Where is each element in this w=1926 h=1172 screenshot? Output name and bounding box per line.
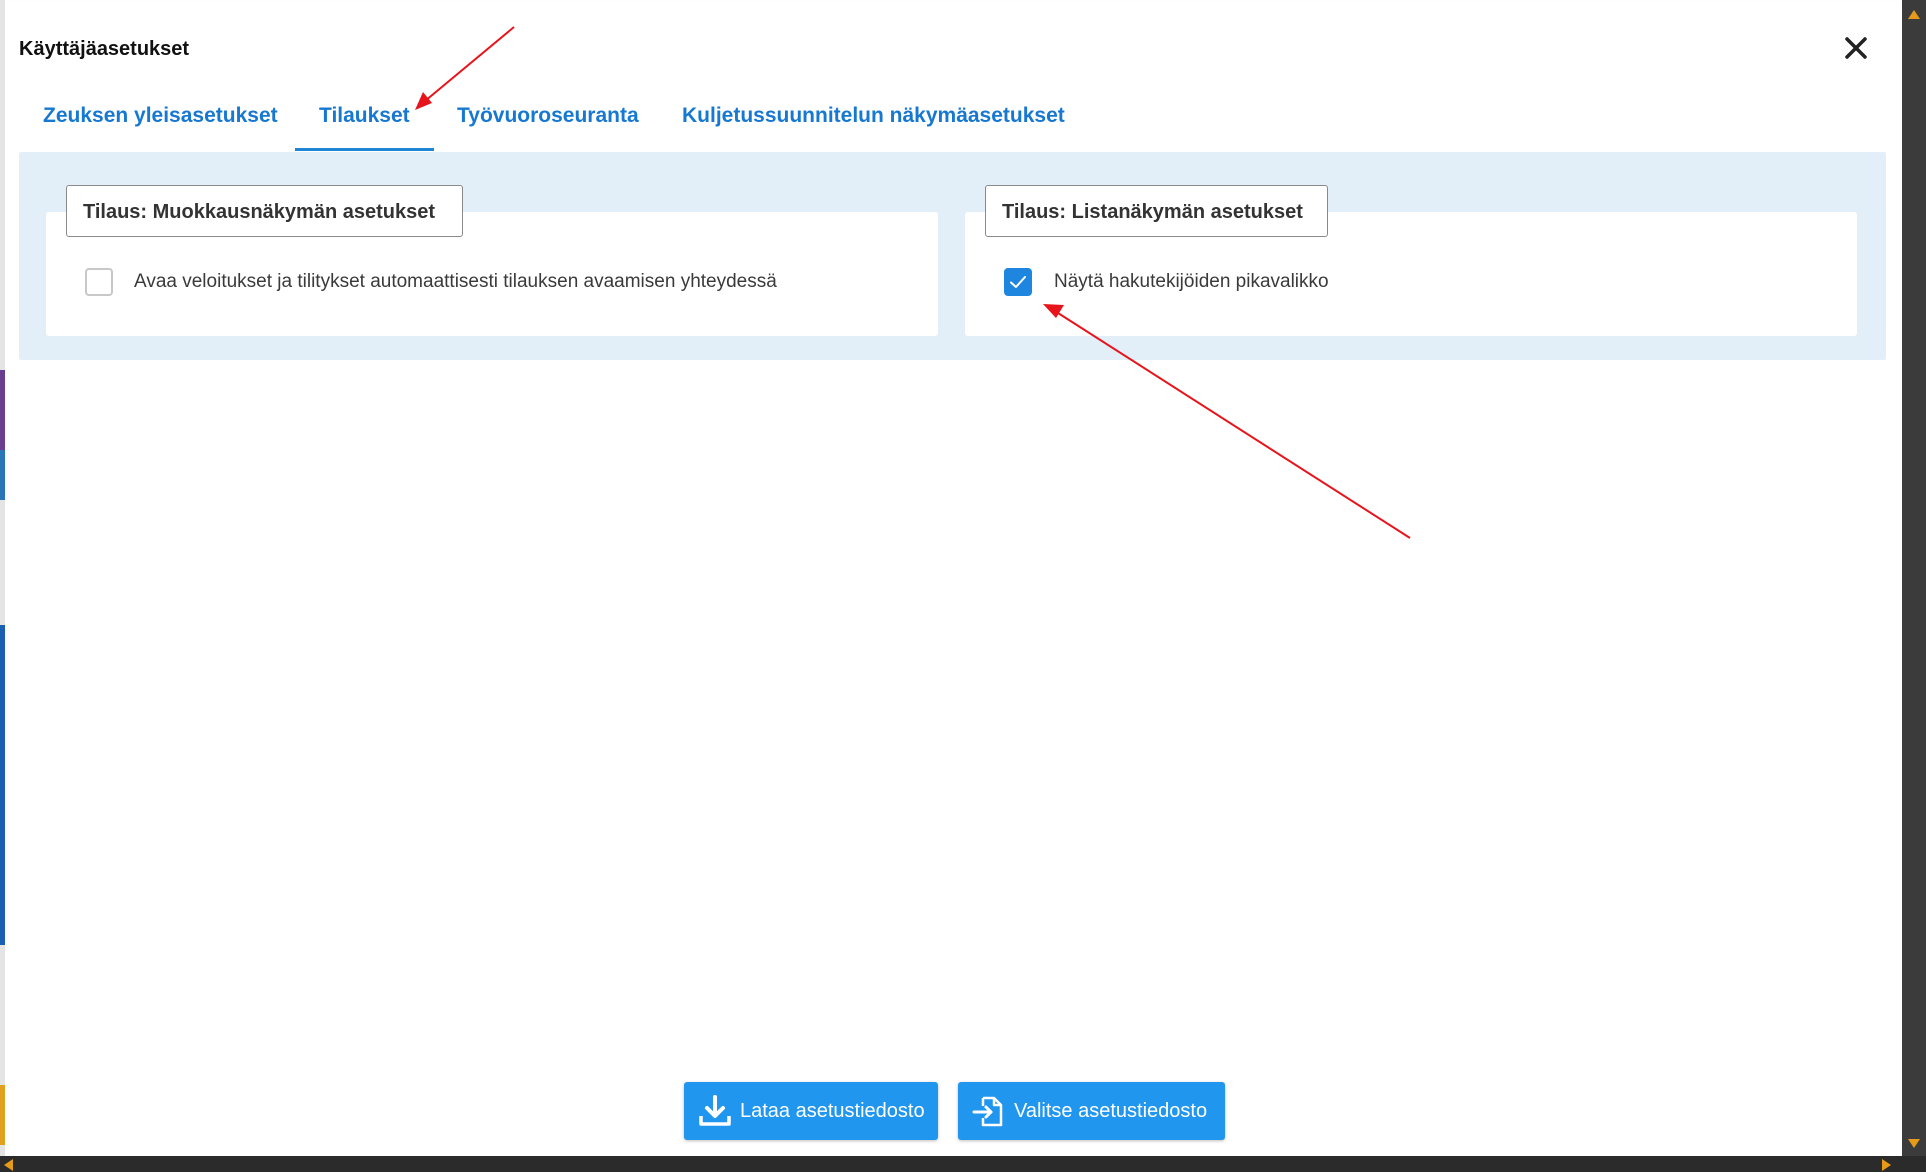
user-settings-dialog: Käyttäjäasetukset Zeuksen yleisasetukset… [5, 2, 1902, 1156]
file-import-icon [972, 1096, 1003, 1127]
checkmark-icon [1010, 276, 1026, 288]
download-settings-file-button[interactable]: Lataa asetustiedosto [684, 1082, 938, 1140]
close-icon [1845, 37, 1867, 59]
tab-content-panel: Avaa veloitukset ja tilitykset automaatt… [19, 152, 1886, 360]
search-quick-menu-label: Näytä hakutekijöiden pikavalikko [1054, 271, 1329, 292]
dialog-title: Käyttäjäasetukset [19, 38, 190, 60]
scroll-right-arrow-icon[interactable] [1882, 1159, 1891, 1171]
auto-open-charges-label: Avaa veloitukset ja tilitykset automaatt… [134, 271, 777, 292]
scroll-left-arrow-icon[interactable] [4, 1159, 13, 1171]
search-quick-menu-checkbox[interactable] [1004, 268, 1032, 296]
choose-settings-file-button[interactable]: Valitse asetustiedosto [958, 1082, 1225, 1140]
auto-open-charges-checkbox[interactable] [85, 268, 113, 296]
download-icon [699, 1095, 731, 1126]
settings-tabs: Zeuksen yleisasetukset Tilaukset Työvuor… [5, 100, 1902, 152]
download-button-label: Lataa asetustiedosto [740, 1100, 925, 1122]
close-button[interactable] [1841, 33, 1871, 63]
scroll-down-arrow-icon[interactable] [1908, 1139, 1920, 1148]
tab-transport-planning-view[interactable]: Kuljetussuunnitelun näkymäasetukset [682, 100, 1065, 150]
choose-button-label: Valitse asetustiedosto [1014, 1100, 1208, 1122]
tab-shift-tracking[interactable]: Työvuoroseuranta [457, 100, 639, 150]
tab-orders[interactable]: Tilaukset [295, 100, 434, 151]
scroll-up-arrow-icon[interactable] [1908, 10, 1920, 19]
edit-view-settings-legend: Tilaus: Muokkausnäkymän asetukset [66, 185, 463, 237]
horizontal-scrollbar[interactable] [0, 1156, 1926, 1172]
vertical-scrollbar[interactable] [1902, 0, 1926, 1172]
list-view-settings-legend: Tilaus: Listanäkymän asetukset [985, 185, 1328, 237]
tab-general-settings[interactable]: Zeuksen yleisasetukset [43, 100, 278, 150]
